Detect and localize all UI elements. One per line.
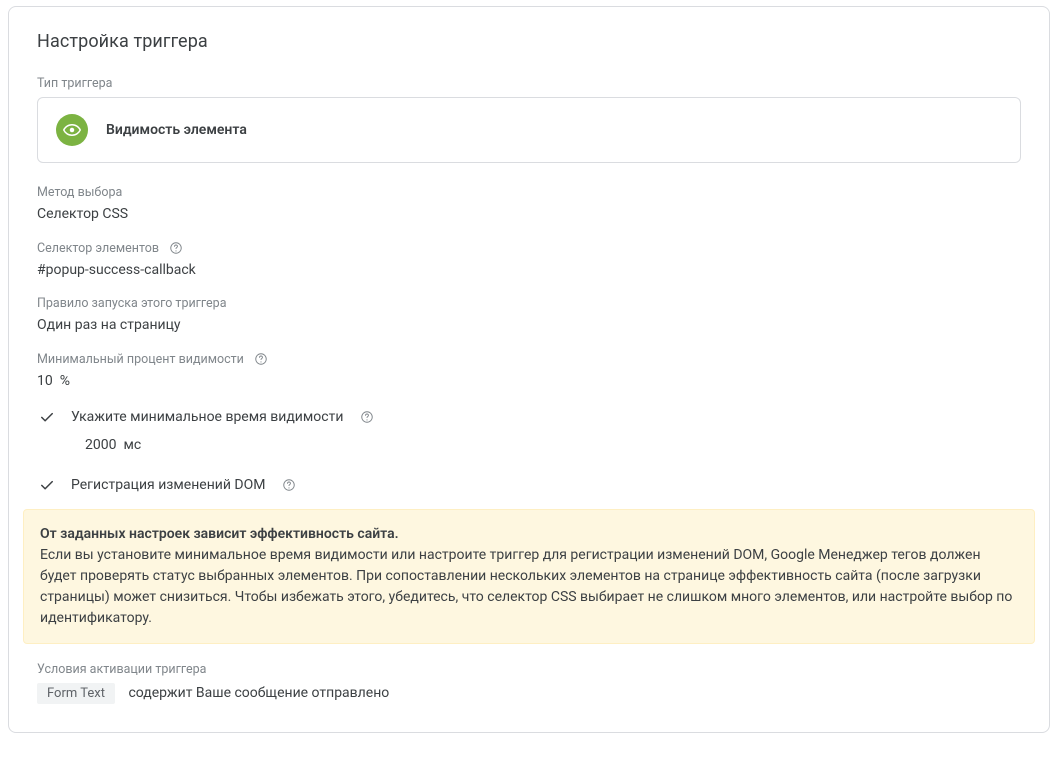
selection-method-label: Метод выбора [37,185,1021,200]
performance-warning: От заданных настроек зависит эффективнос… [23,509,1035,644]
checkmark-icon [37,407,57,427]
trigger-type-label: Тип триггера [37,76,1021,91]
help-icon[interactable] [359,409,375,425]
warning-body: Если вы установите минимальное время вид… [40,547,1012,626]
min-percent-label-text: Минимальный процент видимости [37,352,244,367]
warning-title: От заданных настроек зависит эффективнос… [40,526,399,542]
trigger-type-selector[interactable]: Видимость элемента [37,97,1021,163]
fire-rule-value: Один раз на страницу [37,317,1021,333]
help-icon[interactable] [253,351,269,367]
fire-rule-label: Правило запуска этого триггера [37,296,1021,311]
min-percent-label: Минимальный процент видимости [37,351,1021,367]
help-icon[interactable] [168,240,184,256]
trigger-config-card: Настройка триггера Тип триггера Видимост… [8,6,1050,733]
trigger-type-name: Видимость элемента [106,122,247,138]
element-selector-label: Селектор элементов [37,240,1021,256]
dom-observe-option: Регистрация изменений DOM [37,475,1021,495]
dom-observe-label: Регистрация изменений DOM [71,477,265,493]
min-time-label: Укажите минимальное время видимости [71,409,343,425]
help-icon[interactable] [281,477,297,493]
min-time-option: Укажите минимальное время видимости [37,407,1021,427]
visibility-eye-icon [56,114,88,146]
selection-method-value: Селектор CSS [37,206,1021,222]
min-time-value: 2000 мс [85,437,1021,453]
activation-condition: Form Text содержит Ваше сообщение отправ… [37,683,1021,704]
page-title: Настройка триггера [37,31,1021,52]
activation-variable-chip: Form Text [37,683,115,704]
activation-condition-text: содержит Ваше сообщение отправлено [128,685,389,701]
checkmark-icon [37,475,57,495]
element-selector-value: #popup-success-callback [37,262,1021,278]
activation-label: Условия активации триггера [37,662,1021,677]
min-percent-value: 10 % [37,373,1021,389]
element-selector-label-text: Селектор элементов [37,241,159,256]
